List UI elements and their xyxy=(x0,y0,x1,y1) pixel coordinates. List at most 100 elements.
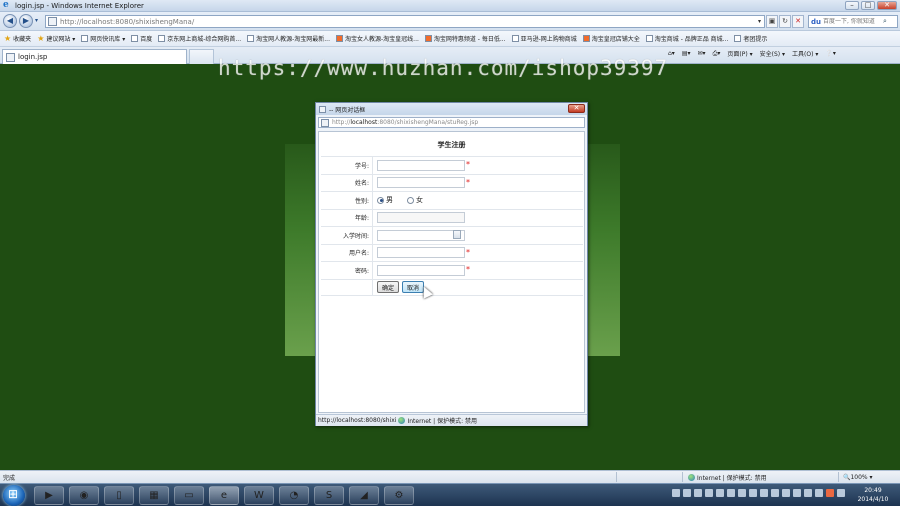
url-dropdown-icon[interactable]: ▾ xyxy=(758,18,761,25)
form-row-username: 用户名: * xyxy=(321,243,583,261)
favorite-item[interactable]: 淘宝皇冠店铺大全 xyxy=(582,34,640,43)
media-player-icon[interactable]: ▶ xyxy=(34,486,64,505)
tray-icon[interactable] xyxy=(749,489,757,497)
favorite-item[interactable]: 淘宝网人教源-淘宝网最新... xyxy=(247,34,330,43)
dialog-status-url: http://localhost:8080/shixi xyxy=(318,417,397,424)
enroll-time-label: 入学时间: xyxy=(321,227,373,244)
page-menu[interactable]: 页面(P) ▾ xyxy=(727,49,752,58)
search-box[interactable]: du ⌕ xyxy=(808,15,898,28)
forward-button[interactable]: ▶ xyxy=(19,14,33,28)
refresh-icon[interactable]: ↻ xyxy=(779,15,791,28)
name-input[interactable] xyxy=(377,177,465,189)
dialog-url-prefix: http:// xyxy=(332,119,351,126)
gender-male-radio[interactable] xyxy=(377,196,384,204)
tray-icon[interactable] xyxy=(738,489,746,497)
confirm-button[interactable]: 确定 xyxy=(377,281,400,294)
add-favorite-icon: ★ xyxy=(37,34,45,43)
back-button[interactable]: ◀ xyxy=(3,14,17,28)
stop-icon[interactable]: ✕ xyxy=(792,15,804,28)
student-no-input[interactable] xyxy=(377,159,465,171)
search-input[interactable] xyxy=(823,18,883,25)
chrome-icon[interactable]: ◉ xyxy=(69,486,99,505)
feeds-icon[interactable]: ▤▾ xyxy=(682,50,691,57)
age-input[interactable] xyxy=(377,212,465,224)
server-icon[interactable]: ⚙ xyxy=(384,486,414,505)
tools-menu[interactable]: 工具(O) ▾ xyxy=(792,49,818,58)
tray-icon[interactable] xyxy=(760,489,768,497)
start-button[interactable] xyxy=(3,485,25,506)
new-tab-button[interactable] xyxy=(189,49,214,64)
tray-icon[interactable] xyxy=(815,489,823,497)
ie-logo-icon: e xyxy=(3,0,9,10)
dialog-body: 学生注册 学号: * 姓名: * 性别: 男 女 年龄: 入学时间: 用户名: … xyxy=(318,131,585,413)
enroll-time-input[interactable] xyxy=(377,229,465,241)
favorite-item[interactable]: 淘宝女人教源-淘宝皇冠线... xyxy=(336,34,419,43)
tray-icon[interactable] xyxy=(672,489,680,497)
mail-icon[interactable]: ✉▾ xyxy=(698,50,706,57)
eclipse-icon[interactable]: S xyxy=(314,486,344,505)
dialog-page-icon xyxy=(319,105,326,113)
system-clock[interactable]: 20:49 2014/4/10 xyxy=(850,486,896,504)
tray-icon[interactable] xyxy=(683,489,691,497)
qq-icon[interactable]: ◔ xyxy=(279,486,309,505)
tray-icon[interactable] xyxy=(771,489,779,497)
tool-icon[interactable]: ◢ xyxy=(349,486,379,505)
compat-view-icon[interactable]: ▣ xyxy=(766,15,778,28)
print-icon[interactable]: ⎙▾ xyxy=(713,50,721,58)
dialog-url-host: localhost xyxy=(350,119,378,126)
form-row-age: 年龄: xyxy=(321,208,583,226)
tray-icon[interactable] xyxy=(837,489,845,497)
form-row-gender: 性别: 男 女 xyxy=(321,191,583,209)
favorite-item[interactable]: 百度 xyxy=(131,34,152,43)
folder-icon[interactable]: ▭ xyxy=(174,486,204,505)
gender-male-label: 男 xyxy=(386,196,393,205)
clock-time: 20:49 xyxy=(864,487,882,494)
url-field[interactable]: http://localhost:8080/shixishengMana/ ▾ xyxy=(45,15,765,28)
tab-login[interactable]: login.jsp xyxy=(2,49,187,64)
page-icon xyxy=(247,35,255,42)
dialog-close-button[interactable]: ✕ xyxy=(568,104,585,113)
maximize-button[interactable]: □ xyxy=(861,1,875,10)
tray-icon[interactable] xyxy=(694,489,702,497)
watermark-text: https://www.huzhan.com/ishop39397 xyxy=(218,56,669,80)
username-input[interactable] xyxy=(377,247,465,259)
form-row-enroll-time: 入学时间: xyxy=(321,226,583,244)
gender-female-radio[interactable] xyxy=(407,196,414,204)
favorite-item[interactable]: ★ 建议网站 ▾ xyxy=(37,34,75,43)
favorite-item[interactable]: 网页快讯库 ▾ xyxy=(81,34,125,43)
internet-globe-icon xyxy=(398,417,406,424)
calendar-icon[interactable] xyxy=(453,230,461,239)
name-label: 姓名: xyxy=(321,174,373,191)
favorite-item[interactable]: 者团提示 xyxy=(734,34,767,43)
home-icon[interactable]: ⌂▾ xyxy=(668,50,675,57)
search-icon[interactable]: ⌕ xyxy=(883,17,887,26)
tray-icon[interactable] xyxy=(826,489,834,497)
favorite-item[interactable]: 京东网上商城-综合网购首... xyxy=(158,34,241,43)
document-icon[interactable]: ▯ xyxy=(104,486,134,505)
word-icon[interactable]: W xyxy=(244,486,274,505)
page-icon xyxy=(158,35,166,42)
minimize-button[interactable]: – xyxy=(845,1,859,10)
tray-icon[interactable] xyxy=(705,489,713,497)
favorite-item[interactable]: 淘宝商城 - 品牌正品 商城... xyxy=(645,34,728,43)
favorite-item[interactable]: 淘宝网特惠频道 - 每日低... xyxy=(424,34,506,43)
favorites-button[interactable]: ★ 收藏夹 xyxy=(4,34,31,43)
internet-explorer-icon[interactable]: e xyxy=(209,486,239,505)
page-icon xyxy=(424,35,432,42)
tray-icon[interactable] xyxy=(716,489,724,497)
password-input[interactable] xyxy=(377,264,465,276)
close-button[interactable]: ✕ xyxy=(877,1,897,10)
history-dropdown-icon[interactable]: ▾ xyxy=(35,17,38,24)
tray-icon[interactable] xyxy=(793,489,801,497)
tray-icon[interactable] xyxy=(804,489,812,497)
favorite-item[interactable]: 亚马逊-网上购物商城 xyxy=(511,34,577,43)
tray-icon[interactable] xyxy=(782,489,790,497)
required-mark: * xyxy=(466,177,470,187)
safety-menu[interactable]: 安全(S) ▾ xyxy=(760,49,785,58)
page-icon xyxy=(131,35,139,42)
help-menu[interactable]: ❔▾ xyxy=(825,50,835,57)
tray-icon[interactable] xyxy=(727,489,735,497)
zoom-level[interactable]: 🔍100% ▾ xyxy=(843,474,873,481)
required-mark: * xyxy=(466,160,470,170)
app-icon[interactable]: ▦ xyxy=(139,486,169,505)
